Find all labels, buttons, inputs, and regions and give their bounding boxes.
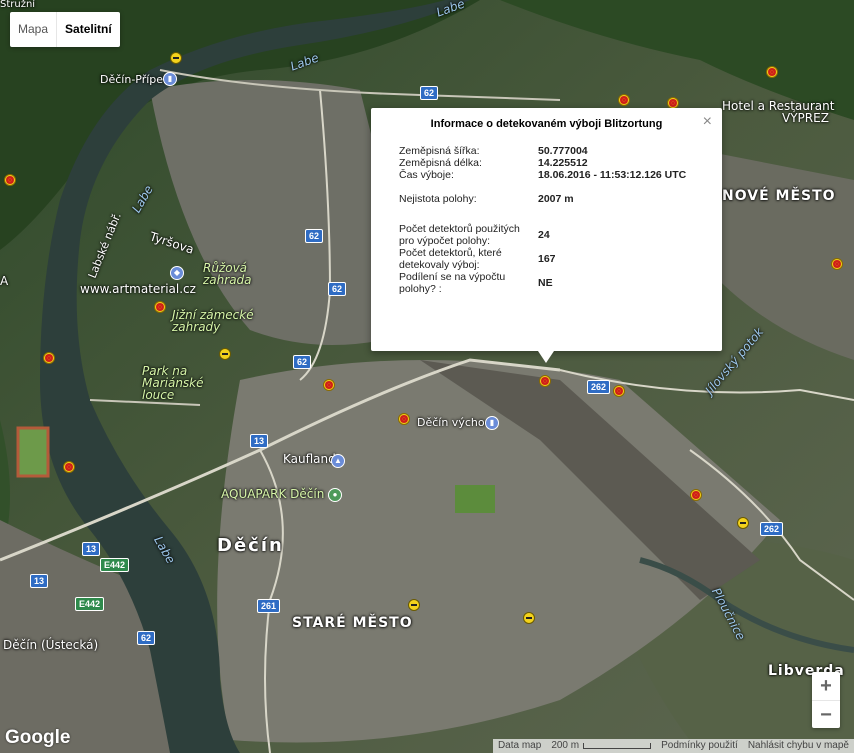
strike-details-table: Zeměpisná šířka: 50.777004 Zeměpisná délk… <box>399 145 698 295</box>
road-shield: 261 <box>257 599 281 613</box>
terms-link[interactable]: Podmínky použití <box>656 739 743 753</box>
lightning-strike-icon[interactable] <box>831 258 843 270</box>
label-vypr: VÝPREZ <box>782 111 829 125</box>
detail-row: Podílení se na výpočtu polohy? : NE <box>399 271 698 295</box>
info-window-title: Informace o detekovaném výboji Blitzortu… <box>430 118 663 130</box>
label-decin: Děčín <box>217 535 284 556</box>
shopping-icon[interactable]: ▲ <box>331 454 345 468</box>
label-decin-priper: Děčín-Přípeř <box>100 73 168 86</box>
google-logo[interactable]: Google <box>5 727 70 749</box>
detail-value: 167 <box>538 253 556 265</box>
train-station-icon[interactable]: ▮ <box>163 72 177 86</box>
detail-label: Zeměpisná šířka: <box>399 145 480 157</box>
road-shield: 262 <box>760 522 784 536</box>
detail-label: Podílení se na výpočtu polohy? : <box>399 271 506 295</box>
detail-row: Čas výboje: 18.06.2016 - 11:53:12.126 UTC <box>399 169 698 181</box>
satellite-map[interactable]: Děčín-Přípeř Hotel a Restaurant VÝPREZ N… <box>0 0 854 753</box>
lightning-old-icon[interactable] <box>219 348 231 360</box>
label-decin-ustecka: Děčín (Ústecká) <box>3 638 99 652</box>
road-shield: 262 <box>587 380 611 394</box>
road-shield: 62 <box>137 631 156 645</box>
lightning-strike-icon[interactable] <box>613 385 625 397</box>
detail-value: NE <box>538 277 553 289</box>
spacer-row <box>399 205 698 223</box>
road-shield: 62 <box>420 86 439 100</box>
report-error-link[interactable]: Nahlásit chybu v mapě <box>743 739 854 753</box>
scale-bar[interactable]: 200 m <box>546 739 656 753</box>
lightning-strike-icon[interactable] <box>690 489 702 501</box>
lightning-old-icon[interactable] <box>170 52 182 64</box>
lightning-strike-icon[interactable] <box>43 352 55 364</box>
label-decin-vychod: Děčín východ <box>417 416 492 429</box>
spacer-row <box>399 181 698 193</box>
info-window-pointer <box>538 351 554 363</box>
detail-row: Zeměpisná délka: 14.225512 <box>399 157 698 169</box>
detail-label: Nejistota polohy: <box>399 193 477 205</box>
detail-value: 50.777004 <box>538 145 588 157</box>
detail-row: Zeměpisná šířka: 50.777004 <box>399 145 698 157</box>
close-icon[interactable]: × <box>703 114 712 130</box>
strike-info-window: Informace o detekovaném výboji Blitzortu… <box>371 108 722 363</box>
zoom-control: + − <box>812 672 840 728</box>
lightning-strike-icon[interactable] <box>63 461 75 473</box>
zoom-in-button[interactable]: + <box>812 672 840 700</box>
road-shield: 62 <box>305 229 324 243</box>
road-shield: E442 <box>100 558 130 572</box>
label-park: Park na Mariánské louce <box>142 364 204 402</box>
lightning-old-icon[interactable] <box>523 612 535 624</box>
lightning-strike-icon[interactable] <box>618 94 630 106</box>
map-type-control: Mapa Satelitní <box>10 12 120 47</box>
landmark-icon[interactable]: ◆ <box>170 266 184 280</box>
road-shield: E442 <box>75 597 105 611</box>
label-nove-mesto: NOVÉ MĚSTO <box>722 188 836 204</box>
zoom-out-button[interactable]: − <box>812 700 840 728</box>
lightning-old-icon[interactable] <box>408 599 420 611</box>
map-footer: Data map 200 m Podmínky použití Nahlásit… <box>492 739 854 753</box>
lightning-strike-icon[interactable] <box>398 413 410 425</box>
detail-row: Počet detektorů použitých pro výpočet po… <box>399 223 698 247</box>
road-shield: 13 <box>82 542 101 556</box>
label-edge-a: A <box>0 274 9 288</box>
detail-label: Počet detektorů, které detekovaly výboj: <box>399 247 502 271</box>
lightning-strike-icon[interactable] <box>154 301 166 313</box>
label-artmaterial: www.artmaterial.cz <box>80 282 196 296</box>
lightning-strike-icon[interactable] <box>766 66 778 78</box>
detail-value: 24 <box>538 229 550 241</box>
label-stare-mesto: STARÉ MĚSTO <box>292 615 413 631</box>
detail-value: 2007 m <box>538 193 574 205</box>
map-type-satellite-button[interactable]: Satelitní <box>56 12 120 47</box>
label-aquapark: AQUAPARK Děčín <box>221 487 325 501</box>
map-data-link[interactable]: Data map <box>493 739 546 753</box>
label-jizni-zahrady: Jižní zámecké zahrady <box>172 308 254 334</box>
road-shield: 62 <box>293 355 312 369</box>
scale-label: 200 m <box>551 740 580 751</box>
detail-label: Počet detektorů použitých pro výpočet po… <box>399 223 520 247</box>
lightning-old-icon[interactable] <box>737 517 749 529</box>
road-shield: 13 <box>250 434 269 448</box>
detail-row: Nejistota polohy: 2007 m <box>399 193 698 205</box>
detail-row: Počet detektorů, které detekovaly výboj:… <box>399 247 698 271</box>
park-icon[interactable]: ● <box>328 488 342 502</box>
road-shield: 13 <box>30 574 49 588</box>
label-kaufland: Kaufland <box>283 452 336 466</box>
road-shield: 62 <box>328 282 347 296</box>
label-struzni: Stružní <box>0 0 36 10</box>
map-type-map-button[interactable]: Mapa <box>10 12 56 47</box>
train-station-icon[interactable]: ▮ <box>485 416 499 430</box>
label-ruzova-zahrada: Růžová zahrada <box>203 261 252 287</box>
detail-value: 18.06.2016 - 11:53:12.126 UTC <box>538 169 687 181</box>
lightning-strike-icon[interactable] <box>323 379 335 391</box>
lightning-strike-icon[interactable] <box>539 375 551 387</box>
lightning-strike-icon[interactable] <box>4 174 16 186</box>
detail-label: Čas výboje: <box>399 169 454 181</box>
scale-line <box>583 743 652 749</box>
detail-label: Zeměpisná délka: <box>399 157 482 169</box>
detail-value: 14.225512 <box>538 157 588 169</box>
